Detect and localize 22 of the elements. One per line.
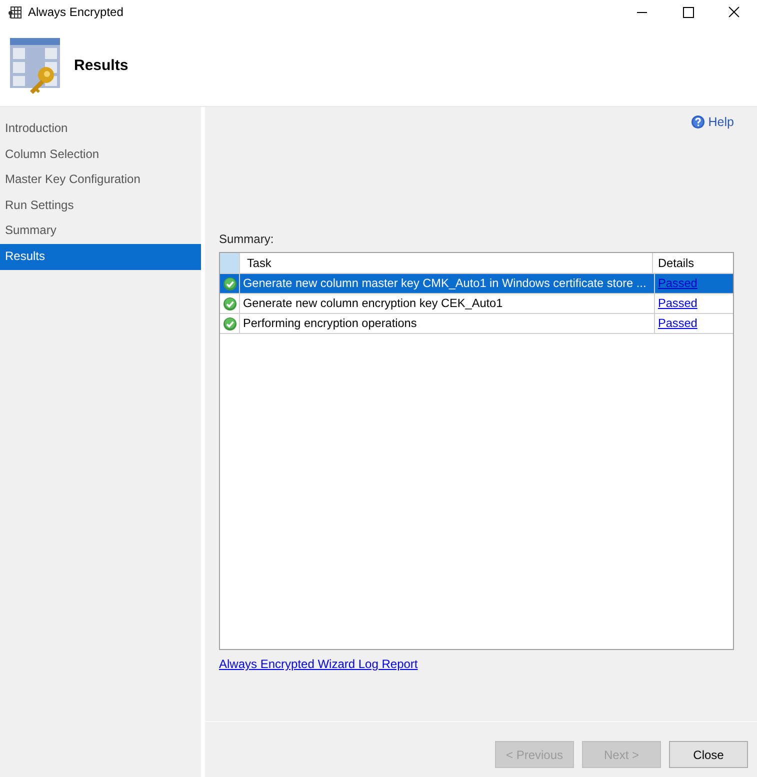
sidebar-item[interactable]: Run Settings [0,192,201,218]
column-header[interactable]: Details [653,253,733,273]
wizard-button[interactable]: Close [669,741,748,768]
summary-label: Summary: [219,232,275,246]
task-cell: Performing encryption operations [240,314,655,333]
table-key-icon [10,38,62,96]
sidebar-item[interactable]: Master Key Configuration [0,167,201,193]
window-title: Always Encrypted [28,5,124,19]
sidebar-item[interactable]: Summary [0,218,201,244]
page-title: Results [74,56,128,74]
task-cell: Generate new column master key CMK_Auto1 in Windows certificate store ... [240,274,655,293]
help-link[interactable]: Help [691,114,734,130]
log-report-link[interactable]: Always Encrypted Wizard Log Report [219,657,418,671]
details-link[interactable]: Passed [658,296,698,310]
table-icon [8,6,22,18]
sidebar-item[interactable]: Results [0,244,201,270]
help-icon [691,115,706,129]
sidebar-item[interactable]: Introduction [0,116,201,142]
sidebar-item[interactable]: Column Selection [0,142,201,168]
details-link[interactable]: Passed [658,316,698,330]
column-header[interactable]: Task [240,253,653,273]
task-cell: Generate new column encryption key CEK_Auto1 [240,294,655,313]
